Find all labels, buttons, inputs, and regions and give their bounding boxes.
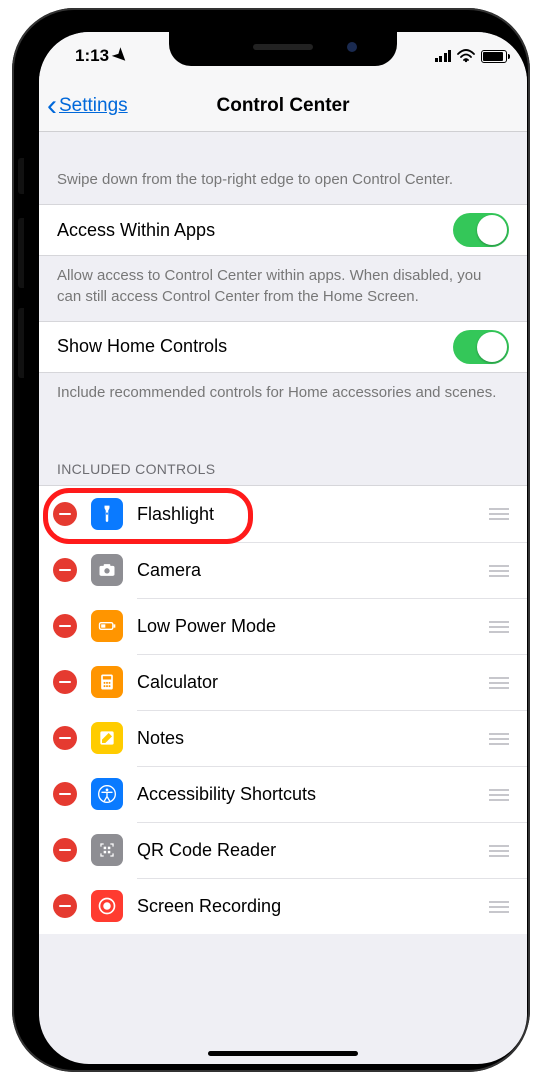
item-label: Calculator (137, 672, 218, 693)
nav-bar: ‹ Settings Control Center (39, 80, 527, 132)
item-label: Camera (137, 560, 201, 581)
flashlight-icon (91, 498, 123, 530)
remove-button[interactable] (53, 894, 77, 918)
drag-handle[interactable] (489, 789, 509, 801)
battery-icon (91, 610, 123, 642)
remove-button[interactable] (53, 502, 77, 526)
calculator-icon (91, 666, 123, 698)
drag-handle[interactable] (489, 508, 509, 520)
drag-handle[interactable] (489, 845, 509, 857)
status-time: 1:13 (75, 46, 109, 66)
list-item[interactable]: Notes (39, 710, 527, 766)
remove-button[interactable] (53, 558, 77, 582)
access-footer: Allow access to Control Center within ap… (39, 256, 527, 321)
show-home-controls-toggle[interactable] (453, 330, 509, 364)
location-icon: ➤ (108, 44, 132, 68)
back-button[interactable]: ‹ Settings (47, 91, 128, 121)
drag-handle[interactable] (489, 733, 509, 745)
remove-button[interactable] (53, 782, 77, 806)
intro-text: Swipe down from the top-right edge to op… (39, 132, 527, 204)
phone-frame: 1:13 ➤ ‹ Settings Control Center Swipe d… (12, 8, 530, 1072)
remove-button[interactable] (53, 670, 77, 694)
chevron-left-icon: ‹ (47, 91, 57, 121)
list-item[interactable]: Camera (39, 542, 527, 598)
cellular-icon (435, 50, 452, 62)
access-within-apps-row[interactable]: Access Within Apps (39, 204, 527, 256)
row-label: Access Within Apps (57, 220, 215, 241)
notes-icon (91, 722, 123, 754)
item-label: Notes (137, 728, 184, 749)
side-button (18, 158, 24, 194)
row-label: Show Home Controls (57, 336, 227, 357)
list-item[interactable]: Flashlight (39, 486, 527, 542)
drag-handle[interactable] (489, 565, 509, 577)
record-icon (91, 890, 123, 922)
show-home-controls-row[interactable]: Show Home Controls (39, 321, 527, 373)
notch (169, 32, 397, 66)
drag-handle[interactable] (489, 901, 509, 913)
access-within-apps-toggle[interactable] (453, 213, 509, 247)
included-controls-header: INCLUDED CONTROLS (39, 417, 527, 485)
drag-handle[interactable] (489, 677, 509, 689)
home-footer: Include recommended controls for Home ac… (39, 373, 527, 417)
item-label: Low Power Mode (137, 616, 276, 637)
content-scroll[interactable]: Swipe down from the top-right edge to op… (39, 132, 527, 934)
remove-button[interactable] (53, 614, 77, 638)
remove-button[interactable] (53, 726, 77, 750)
wifi-icon (457, 49, 475, 63)
battery-icon (481, 50, 507, 63)
list-item[interactable]: QR Code Reader (39, 822, 527, 878)
list-item[interactable]: Screen Recording (39, 878, 527, 934)
side-button (18, 218, 24, 288)
back-label: Settings (59, 95, 128, 117)
camera-icon (91, 554, 123, 586)
remove-button[interactable] (53, 838, 77, 862)
side-button (18, 308, 24, 378)
included-controls-list: Flashlight Camera Low Power Mode Calculator… (39, 485, 527, 934)
accessibility-icon (91, 778, 123, 810)
list-item[interactable]: Low Power Mode (39, 598, 527, 654)
item-label: Flashlight (137, 504, 214, 525)
item-label: QR Code Reader (137, 840, 276, 861)
item-label: Accessibility Shortcuts (137, 784, 316, 805)
drag-handle[interactable] (489, 621, 509, 633)
home-indicator[interactable] (208, 1051, 358, 1056)
list-item[interactable]: Accessibility Shortcuts (39, 766, 527, 822)
list-item[interactable]: Calculator (39, 654, 527, 710)
qr-icon (91, 834, 123, 866)
item-label: Screen Recording (137, 896, 281, 917)
